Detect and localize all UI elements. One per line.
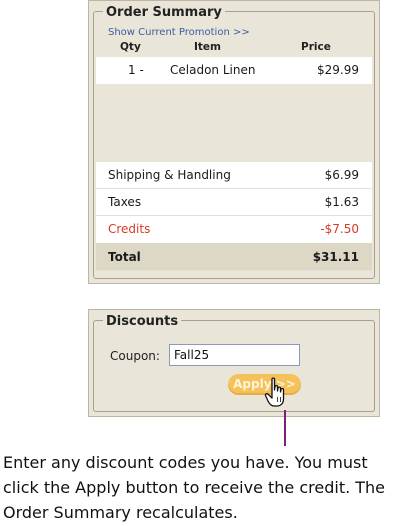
coupon-label: Coupon: [110, 349, 160, 363]
item-price: $29.99 [317, 63, 359, 77]
total-label: Total [108, 250, 141, 264]
qty-column-header: Qty [120, 41, 141, 53]
caption-text: Enter any discount codes you have. You m… [3, 453, 386, 522]
item-name: Celadon Linen [170, 63, 256, 77]
total-value: $31.11 [312, 250, 359, 264]
order-summary-panel: Order Summary Show Current Promotion >> … [88, 0, 380, 284]
taxes-value: $1.63 [324, 195, 359, 209]
discounts-title: Discounts [103, 314, 182, 330]
discounts-panel: Discounts Coupon: Apply >> [88, 309, 380, 417]
shipping-value: $6.99 [324, 168, 359, 182]
price-column-header: Price [301, 41, 331, 53]
taxes-label: Taxes [108, 195, 142, 209]
credits-label: Credits [108, 222, 151, 236]
credits-value: -$7.50 [320, 222, 359, 236]
shipping-row: Shipping & Handling $6.99 [96, 162, 372, 189]
total-row: Total $31.11 [96, 243, 372, 271]
order-summary-title: Order Summary [103, 5, 225, 21]
item-qty: 1 - [128, 63, 144, 77]
show-promotion-link[interactable]: Show Current Promotion >> [108, 27, 250, 38]
taxes-row: Taxes $1.63 [96, 189, 372, 216]
shipping-label: Shipping & Handling [108, 168, 231, 182]
credits-row: Credits -$7.50 [96, 216, 372, 243]
coupon-input[interactable] [169, 344, 300, 366]
hand-pointer-icon [264, 377, 285, 407]
discounts-border [93, 320, 375, 412]
item-column-header: Item [194, 41, 221, 53]
order-item-row: 1 - Celadon Linen $29.99 [96, 57, 372, 84]
callout-line [284, 410, 286, 446]
